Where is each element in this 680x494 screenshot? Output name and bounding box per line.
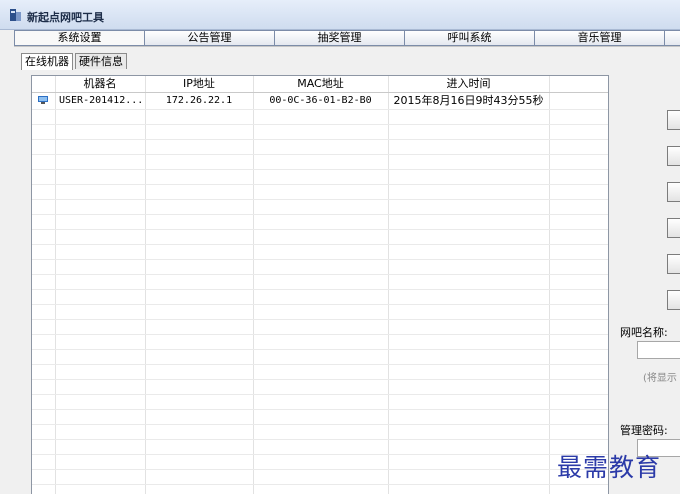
row-gridline: [32, 439, 608, 440]
column-header-mac[interactable]: MAC地址: [253, 76, 388, 92]
cell-mac[interactable]: 00-0C-36-01-B2-B0: [253, 94, 388, 108]
row-gridline: [32, 274, 608, 275]
admin-password-label: 管理密码:: [620, 424, 668, 437]
row-gridline: [32, 304, 608, 305]
side-button[interactable]: [667, 110, 680, 130]
netbar-name-input[interactable]: [637, 341, 680, 359]
cell-ip[interactable]: 172.26.22.1: [145, 94, 253, 108]
row-gridline: [32, 244, 608, 245]
row-gridline: [32, 394, 608, 395]
row-gridline: [32, 109, 608, 110]
netbar-name-hint: (将显示: [643, 373, 677, 384]
row-gridline: [32, 379, 608, 380]
subtab-online-machines[interactable]: 在线机器: [21, 53, 73, 70]
tab-more[interactable]: [664, 30, 680, 46]
side-button[interactable]: [667, 218, 680, 238]
tab-lottery[interactable]: 抽奖管理: [274, 30, 404, 46]
computer-icon: [38, 96, 48, 104]
row-gridline: [32, 454, 608, 455]
row-gridline: [32, 409, 608, 410]
row-gridline: [32, 424, 608, 425]
row-gridline: [32, 139, 608, 140]
column-header-entry-time[interactable]: 进入时间: [388, 76, 549, 92]
row-gridline: [32, 229, 608, 230]
cell-machine-name[interactable]: USER-201412...: [55, 94, 145, 108]
tab-music[interactable]: 音乐管理: [534, 30, 664, 46]
row-gridline: [32, 319, 608, 320]
row-gridline: [32, 124, 608, 125]
main-tab-bar: 系统设置 公告管理 抽奖管理 呼叫系统 音乐管理: [14, 30, 680, 46]
tab-announcements[interactable]: 公告管理: [144, 30, 274, 46]
netbar-name-label: 网吧名称:: [620, 326, 668, 339]
row-gridline: [32, 349, 608, 350]
machine-list[interactable]: 机器名 IP地址 MAC地址 进入时间 USER-201412... 172.2…: [31, 75, 609, 494]
title-bar: 新起点网吧工具: [0, 0, 680, 30]
row-gridline: [32, 484, 608, 485]
tab-system-settings[interactable]: 系统设置: [14, 30, 144, 46]
cell-entry-time[interactable]: 2015年8月16日9时43分55秒: [388, 94, 549, 108]
side-button[interactable]: [667, 254, 680, 274]
column-header-machine-name[interactable]: 机器名: [55, 76, 145, 92]
header-rule: [32, 92, 608, 93]
row-gridline: [32, 289, 608, 290]
watermark-text: 最需教育: [557, 453, 662, 482]
row-gridline: [32, 469, 608, 470]
row-gridline: [32, 184, 608, 185]
app-icon: [10, 9, 21, 21]
column-header-ip[interactable]: IP地址: [145, 76, 253, 92]
row-gridline: [32, 169, 608, 170]
row-gridline: [32, 154, 608, 155]
side-button[interactable]: [667, 146, 680, 166]
window-title: 新起点网吧工具: [27, 11, 104, 24]
row-gridline: [32, 364, 608, 365]
row-gridline: [32, 199, 608, 200]
subtab-hardware-info[interactable]: 硬件信息: [75, 53, 127, 69]
side-button[interactable]: [667, 182, 680, 202]
row-gridline: [32, 214, 608, 215]
sub-tab-bar: 在线机器 硬件信息: [21, 53, 129, 70]
settings-panel: 网吧名称: (将显示 管理密码:: [612, 75, 680, 494]
row-gridline: [32, 334, 608, 335]
row-gridline: [32, 259, 608, 260]
tab-call-system[interactable]: 呼叫系统: [404, 30, 534, 46]
side-button[interactable]: [667, 290, 680, 310]
